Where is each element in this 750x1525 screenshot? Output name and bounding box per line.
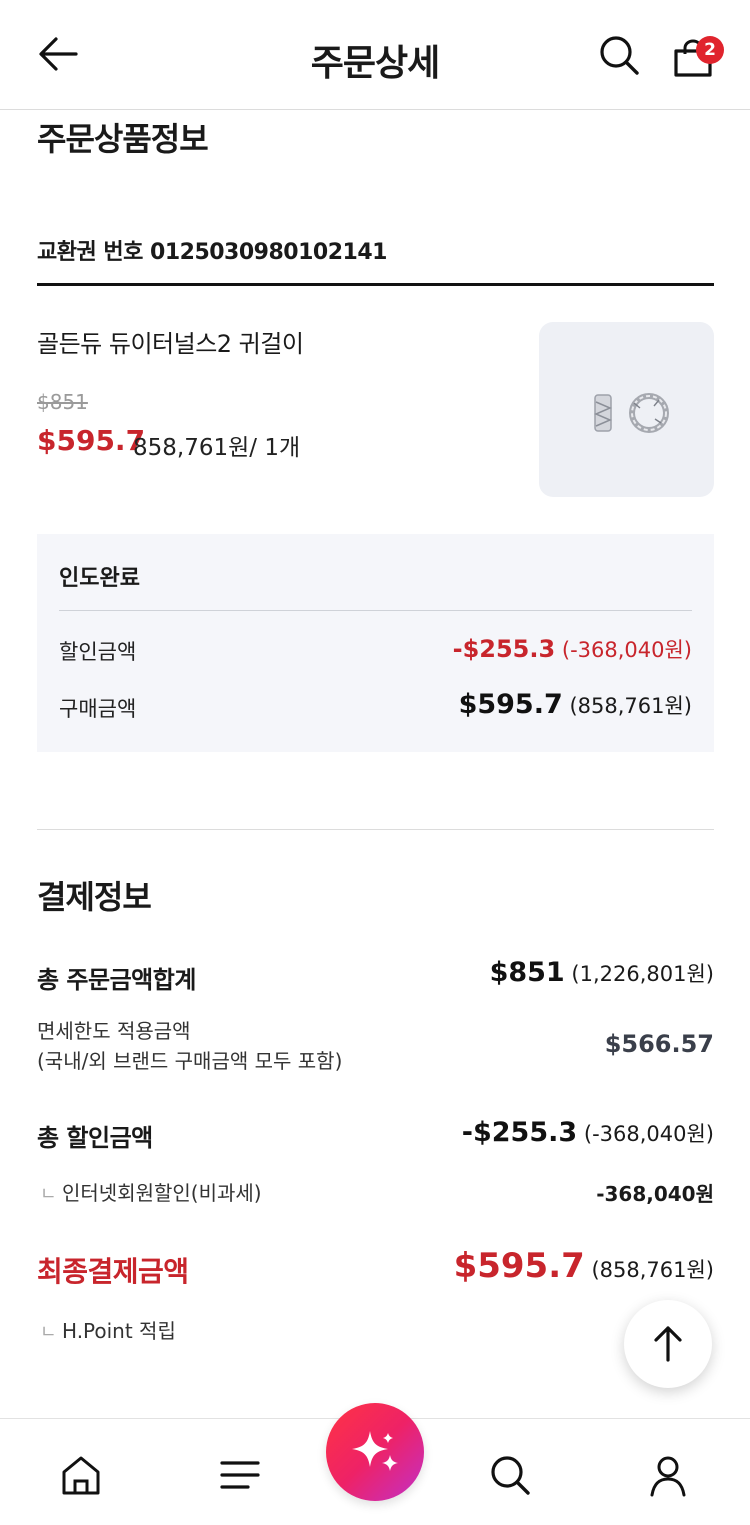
sub-item-bullet: ㄴ: [40, 1322, 57, 1343]
product-section-title: 주문상품정보: [37, 120, 209, 158]
discount-krw: (-368,040원): [561, 638, 692, 662]
home-icon[interactable]: [59, 1453, 103, 1497]
order-status-box: 인도완료 할인금액 -$255.3 (-368,040원) 구매금액 $595.…: [37, 534, 714, 752]
search-icon[interactable]: [598, 34, 640, 76]
duty-free-label-line2: (국내/외 브랜드 구매금액 모두 포함): [37, 1049, 343, 1073]
total-discount-value: -$255.3 (-368,040원): [462, 1117, 714, 1148]
discount-usd: -$255.3: [452, 635, 556, 663]
ai-assistant-button[interactable]: [326, 1403, 424, 1501]
sale-price: $595.7: [37, 424, 146, 457]
product-name[interactable]: 골든듀 듀이터널스2 귀걸이: [37, 324, 304, 359]
voucher-number: 교환권 번호 0125030980102141: [37, 240, 387, 265]
final-payment-krw: (858,761원): [591, 1258, 714, 1282]
total-order-krw: (1,226,801원): [571, 962, 714, 986]
total-order-value: $851 (1,226,801원): [490, 957, 714, 988]
price-krw-quantity: 858,761원/ 1개: [133, 435, 301, 461]
top-app-bar: 주문상세 2: [0, 0, 750, 110]
payment-section-title: 결제정보: [37, 878, 152, 916]
discount-value: -$255.3 (-368,040원): [453, 634, 692, 664]
earring-image: [594, 393, 669, 433]
search-icon[interactable]: [488, 1453, 532, 1497]
section-separator: [37, 829, 714, 830]
user-icon[interactable]: [646, 1453, 690, 1497]
purchase-krw: (858,761원): [569, 694, 692, 718]
sub-item-bullet: ㄴ: [40, 1184, 57, 1205]
product-thumbnail[interactable]: [539, 322, 714, 497]
member-discount-value: -368,040원: [596, 1182, 714, 1206]
purchase-label: 구매금액: [59, 697, 137, 721]
member-discount-label: 인터넷회원할인(비과세): [62, 1181, 262, 1205]
duty-free-value: $566.57: [604, 1030, 714, 1058]
discount-label: 할인금액: [59, 640, 137, 664]
purchase-value: $595.7 (858,761원): [459, 689, 692, 720]
purchase-usd: $595.7: [458, 689, 563, 720]
menu-icon[interactable]: [218, 1453, 262, 1497]
order-status: 인도완료: [59, 566, 140, 591]
total-order-label: 총 주문금액합계: [37, 966, 196, 994]
original-price: $851: [37, 390, 88, 414]
total-order-usd: $851: [489, 957, 565, 988]
final-payment-usd: $595.7: [453, 1246, 585, 1286]
duty-free-label-line1: 면세한도 적용금액: [37, 1019, 191, 1043]
cart-count-badge: 2: [696, 36, 724, 64]
duty-free-label: 면세한도 적용금액 (국내/외 브랜드 구매금액 모두 포함): [37, 1016, 342, 1076]
hpoint-label: H.Point 적립: [62, 1319, 176, 1343]
total-discount-krw: (-368,040원): [583, 1122, 714, 1146]
status-divider: [59, 610, 692, 611]
scroll-to-top-button[interactable]: [624, 1300, 712, 1388]
total-discount-usd: -$255.3: [461, 1117, 578, 1148]
final-payment-value: $595.7 (858,761원): [454, 1246, 714, 1286]
total-discount-label: 총 할인금액: [37, 1124, 153, 1152]
sparkle-icon: [352, 1431, 398, 1471]
arrow-up-icon: [654, 1326, 682, 1362]
final-payment-label: 최종결제금액: [37, 1255, 189, 1288]
section-divider: [37, 283, 714, 286]
